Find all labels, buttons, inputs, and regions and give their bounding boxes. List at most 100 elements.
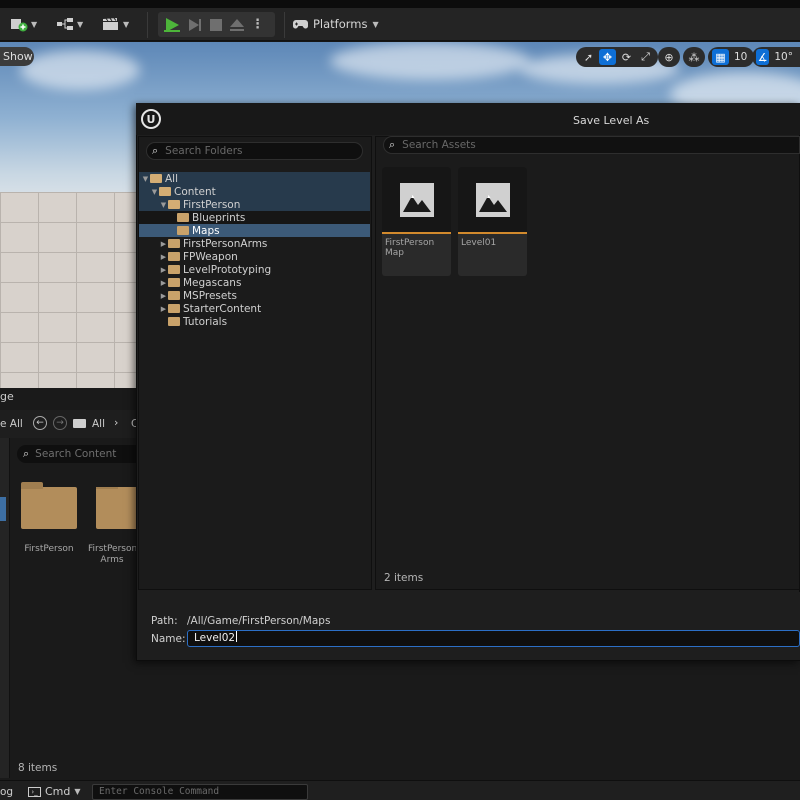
tree-item-tutorials[interactable]: Tutorials <box>139 315 370 328</box>
collapsed-arrow-icon: ▶ <box>160 291 167 300</box>
globe-icon: ⊕ <box>664 50 674 64</box>
folder-search-placeholder: Search Folders <box>165 145 243 157</box>
console-command-input[interactable]: Enter Console Command <box>92 784 308 800</box>
rotation-snap-toggle[interactable]: ∡ 10° <box>752 47 800 67</box>
blueprint-icon <box>57 18 73 30</box>
expanded-arrow-icon: ▼ <box>142 174 149 183</box>
select-cursor-icon[interactable]: ➚ <box>580 49 597 65</box>
expanded-arrow-icon: ▼ <box>160 200 167 209</box>
level-map-icon <box>475 182 510 217</box>
add-actor-button[interactable]: ▼ <box>10 14 37 34</box>
tree-item-fpweapon[interactable]: ▶ FPWeapon <box>139 250 370 263</box>
folder-icon <box>168 317 180 326</box>
output-log-button[interactable]: og <box>0 786 13 798</box>
path-label: Path: <box>151 615 178 627</box>
cloud <box>20 50 140 90</box>
grid-icon: ▦ <box>712 49 729 65</box>
path-value: /All/Game/FirstPerson/Maps <box>187 615 331 627</box>
folder-label: FirstPerson Arms <box>88 544 136 565</box>
dialog-title: Save Level As <box>573 114 650 127</box>
unreal-logo-icon: U <box>141 109 161 129</box>
tree-item-megascans[interactable]: ▶ Megascans <box>139 276 370 289</box>
folder-icon <box>168 304 180 313</box>
coordinate-space-button[interactable]: ⊕ <box>658 47 680 67</box>
grid-snap-toggle[interactable]: ▦ 10 <box>708 47 755 67</box>
content-search-placeholder: Search Content <box>35 448 117 460</box>
advance-frame-icon[interactable] <box>187 18 203 32</box>
asset-thumbnail <box>458 167 527 234</box>
angle-icon: ∡ <box>756 49 770 65</box>
folder-search-input[interactable]: ⌕ Search Folders <box>146 142 363 160</box>
tree-item-maps[interactable]: Maps <box>139 224 370 237</box>
level-map-icon <box>399 182 434 217</box>
tree-item-mspresets[interactable]: ▶ MSPresets <box>139 289 370 302</box>
show-label: Show <box>3 50 33 63</box>
back-arrow-icon[interactable]: ← <box>33 416 47 430</box>
tree-item-label: All <box>165 172 179 185</box>
tree-item-blueprints[interactable]: Blueprints <box>139 211 370 224</box>
kebab-menu-icon[interactable]: ⋮ <box>251 17 264 32</box>
stop-icon[interactable] <box>209 18 223 32</box>
asset-search-input[interactable]: ⌕ Search Assets <box>383 136 800 154</box>
expanded-arrow-icon: ▼ <box>151 187 158 196</box>
show-button[interactable]: Show <box>0 47 34 66</box>
asset-name: FirstPerson Map <box>385 238 435 258</box>
scale-tool-icon[interactable]: ⤢ <box>637 49 654 65</box>
name-label: Name: <box>151 633 186 645</box>
folder-label: FirstPerson <box>24 544 74 554</box>
asset-item-count: 2 items <box>384 572 424 584</box>
tree-item-content[interactable]: ▼ Content <box>139 185 370 198</box>
play-icon[interactable] <box>163 17 181 33</box>
eject-icon[interactable] <box>229 18 245 32</box>
tree-item-startercontent[interactable]: ▶ StarterContent <box>139 302 370 315</box>
folder-tile[interactable] <box>96 487 136 529</box>
folder-icon <box>168 239 180 248</box>
dialog-title-bar[interactable] <box>136 103 800 135</box>
asset-name: Level01 <box>461 238 497 248</box>
folder-icon <box>177 213 189 222</box>
folder-icon <box>73 419 86 428</box>
tree-item-label: FirstPerson <box>183 198 241 211</box>
tree-item-all[interactable]: ▼ All <box>139 172 370 185</box>
tree-item-firstperson[interactable]: ▼ FirstPerson <box>139 198 370 211</box>
tree-item-firstpersonarms[interactable]: ▶ FirstPersonArms <box>139 237 370 250</box>
add-actor-icon <box>11 19 28 32</box>
forward-arrow-icon[interactable]: → <box>53 416 67 430</box>
collapsed-arrow-icon: ▶ <box>160 278 167 287</box>
asset-tile[interactable]: FirstPerson Map <box>382 167 451 276</box>
chevron-down-icon: ▼ <box>31 19 38 29</box>
cmd-dropdown[interactable]: ›_ Cmd ▼ <box>28 785 81 798</box>
collapsed-arrow-icon: ▶ <box>160 265 167 274</box>
rotate-tool-icon[interactable]: ⟳ <box>618 49 635 65</box>
breadcrumb-all[interactable]: All <box>92 418 105 430</box>
collapsed-arrow-icon: ▶ <box>160 239 167 248</box>
content-search-input[interactable]: ⌕ Search Content <box>17 445 147 463</box>
folder-open-icon <box>168 200 180 209</box>
tree-item-label: LevelPrototyping <box>183 263 272 276</box>
level-name-input[interactable]: Level02 <box>187 630 800 647</box>
content-browser-tab[interactable]: ge <box>0 390 14 403</box>
chevron-down-icon: ▼ <box>77 19 84 29</box>
tree-item-levelprototyping[interactable]: ▶ LevelPrototyping <box>139 263 370 276</box>
asset-search-placeholder: Search Assets <box>402 139 476 151</box>
tree-item-label: Maps <box>192 224 220 237</box>
platforms-button[interactable]: Platforms ▼ <box>293 13 379 35</box>
blueprint-button[interactable]: ▼ <box>56 14 83 34</box>
move-tool-icon[interactable]: ✥ <box>599 49 616 65</box>
surface-snap-button[interactable]: ⁂ <box>683 47 705 67</box>
tree-item-label: StarterContent <box>183 302 262 315</box>
cmd-label: Cmd <box>45 785 71 798</box>
save-all-button[interactable]: e All <box>0 418 23 430</box>
chevron-right-icon: › <box>114 416 119 429</box>
content-item-count: 8 items <box>18 762 58 774</box>
search-icon: ⌕ <box>152 144 159 157</box>
tree-item-label: Tutorials <box>183 315 228 328</box>
folder-icon <box>168 291 180 300</box>
platforms-label: Platforms <box>313 17 368 31</box>
asset-tile[interactable]: Level01 <box>458 167 527 276</box>
level-name-value: Level02 <box>194 632 236 644</box>
folder-tile[interactable] <box>21 482 77 529</box>
tree-item-label: FPWeapon <box>183 250 238 263</box>
folder-icon <box>168 252 180 261</box>
cinematics-button[interactable]: ▼ <box>102 14 129 34</box>
